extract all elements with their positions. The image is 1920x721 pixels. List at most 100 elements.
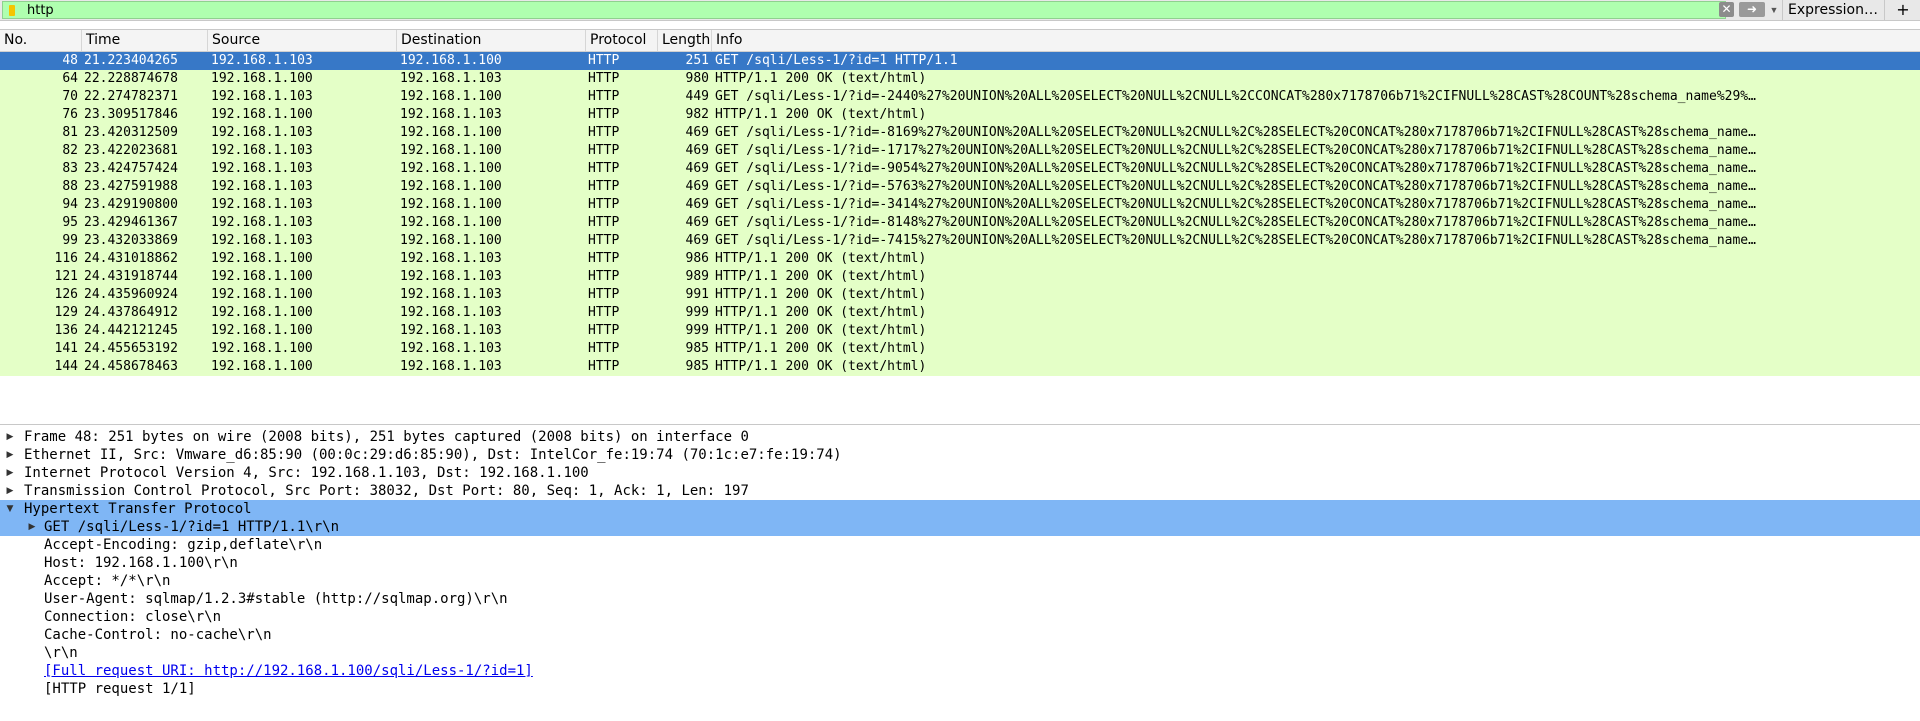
- detail-ethernet-text: Ethernet II, Src: Vmware_d6:85:90 (00:0c…: [24, 447, 842, 463]
- packet-info: HTTP/1.1 200 OK (text/html): [715, 287, 927, 302]
- packet-time: 24.437864912: [84, 305, 178, 320]
- packet-time: 23.427591988: [84, 179, 178, 194]
- packet-row[interactable]: 88 23.427591988 192.168.1.103 192.168.1.…: [0, 178, 1920, 196]
- packet-length: 469: [685, 197, 709, 212]
- packet-row[interactable]: 94 23.429190800 192.168.1.103 192.168.1.…: [0, 196, 1920, 214]
- detail-user-agent[interactable]: User-Agent: sqlmap/1.2.3#stable (http://…: [0, 590, 1920, 608]
- detail-accept-encoding-text: Accept-Encoding: gzip,deflate\r\n: [44, 537, 323, 553]
- detail-request-count-text: [HTTP request 1/1]: [44, 681, 196, 697]
- packet-protocol: HTTP: [588, 71, 620, 86]
- detail-request-line[interactable]: ▶ GET /sqli/Less-1/?id=1 HTTP/1.1\r\n: [0, 518, 1920, 536]
- packet-destination: 192.168.1.103: [400, 287, 502, 302]
- packet-source: 192.168.1.100: [211, 305, 313, 320]
- packet-source: 192.168.1.103: [211, 89, 313, 104]
- detail-tcp[interactable]: ▶ Transmission Control Protocol, Src Por…: [0, 482, 1920, 500]
- detail-http[interactable]: ▼ Hypertext Transfer Protocol: [0, 500, 1920, 518]
- column-header-length[interactable]: Length: [658, 30, 712, 51]
- packet-row[interactable]: 144 24.458678463 192.168.1.100 192.168.1…: [0, 358, 1920, 376]
- detail-frame[interactable]: ▶ Frame 48: 251 bytes on wire (2008 bits…: [0, 428, 1920, 446]
- detail-accept[interactable]: Accept: */*\r\n: [0, 572, 1920, 590]
- packet-row[interactable]: 82 23.422023681 192.168.1.103 192.168.1.…: [0, 142, 1920, 160]
- collapse-arrow-icon[interactable]: ▼: [4, 500, 16, 518]
- detail-connection[interactable]: Connection: close\r\n: [0, 608, 1920, 626]
- filter-text[interactable]: http: [27, 3, 54, 19]
- detail-accept-encoding[interactable]: Accept-Encoding: gzip,deflate\r\n: [0, 536, 1920, 554]
- packet-length: 469: [685, 179, 709, 194]
- expand-arrow-icon[interactable]: ▶: [4, 482, 16, 500]
- packet-time: 22.228874678: [84, 71, 178, 86]
- add-filter-button[interactable]: +: [1884, 0, 1920, 20]
- packet-row[interactable]: 64 22.228874678 192.168.1.100 192.168.1.…: [0, 70, 1920, 88]
- packet-info: HTTP/1.1 200 OK (text/html): [715, 71, 927, 86]
- display-filter-input[interactable]: http: [2, 1, 1726, 19]
- packet-row[interactable]: 81 23.420312509 192.168.1.103 192.168.1.…: [0, 124, 1920, 142]
- full-request-uri-link[interactable]: [Full request URI: http://192.168.1.100/…: [44, 662, 533, 680]
- packet-destination: 192.168.1.103: [400, 269, 502, 284]
- detail-full-uri[interactable]: [Full request URI: http://192.168.1.100/…: [0, 662, 1920, 680]
- packet-destination: 192.168.1.103: [400, 107, 502, 122]
- column-header-time[interactable]: Time: [82, 30, 208, 51]
- packet-destination: 192.168.1.100: [400, 143, 502, 158]
- expand-arrow-icon[interactable]: ▶: [4, 446, 16, 464]
- packet-no: 64: [62, 71, 78, 86]
- apply-arrow-icon[interactable]: ➜: [1739, 2, 1765, 17]
- packet-length: 999: [685, 305, 709, 320]
- packet-protocol: HTTP: [588, 53, 620, 68]
- column-header-no[interactable]: No.: [0, 30, 82, 51]
- packet-protocol: HTTP: [588, 179, 620, 194]
- clear-icon[interactable]: ✕: [1719, 2, 1734, 17]
- packet-source: 192.168.1.103: [211, 215, 313, 230]
- detail-host[interactable]: Host: 192.168.1.100\r\n: [0, 554, 1920, 572]
- expression-button[interactable]: Expression…: [1782, 0, 1883, 20]
- packet-info: HTTP/1.1 200 OK (text/html): [715, 305, 927, 320]
- detail-ethernet[interactable]: ▶ Ethernet II, Src: Vmware_d6:85:90 (00:…: [0, 446, 1920, 464]
- packet-destination: 192.168.1.103: [400, 341, 502, 356]
- packet-row[interactable]: 83 23.424757424 192.168.1.103 192.168.1.…: [0, 160, 1920, 178]
- detail-ip[interactable]: ▶ Internet Protocol Version 4, Src: 192.…: [0, 464, 1920, 482]
- detail-request-count[interactable]: [HTTP request 1/1]: [0, 680, 1920, 698]
- packet-time: 23.420312509: [84, 125, 178, 140]
- packet-destination: 192.168.1.100: [400, 179, 502, 194]
- packet-source: 192.168.1.100: [211, 269, 313, 284]
- packet-protocol: HTTP: [588, 89, 620, 104]
- expand-arrow-icon[interactable]: ▶: [4, 428, 16, 446]
- packet-info: GET /sqli/Less-1/?id=-2440%27%20UNION%20…: [715, 89, 1756, 104]
- packet-time: 23.432033869: [84, 233, 178, 248]
- packet-no: 116: [54, 251, 78, 266]
- detail-accept-text: Accept: */*\r\n: [44, 573, 171, 589]
- packet-time: 21.223404265: [84, 53, 178, 68]
- packet-row[interactable]: 116 24.431018862 192.168.1.100 192.168.1…: [0, 250, 1920, 268]
- packet-row[interactable]: 76 23.309517846 192.168.1.100 192.168.1.…: [0, 106, 1920, 124]
- packet-row[interactable]: 48 21.223404265 192.168.1.103 192.168.1.…: [0, 52, 1920, 70]
- packet-row[interactable]: 126 24.435960924 192.168.1.100 192.168.1…: [0, 286, 1920, 304]
- packet-protocol: HTTP: [588, 341, 620, 356]
- column-header-info[interactable]: Info: [712, 30, 1920, 51]
- packet-row[interactable]: 121 24.431918744 192.168.1.100 192.168.1…: [0, 268, 1920, 286]
- packet-protocol: HTTP: [588, 143, 620, 158]
- column-header-destination[interactable]: Destination: [397, 30, 586, 51]
- packet-list[interactable]: No. Time Source Destination Protocol Len…: [0, 29, 1920, 425]
- detail-connection-text: Connection: close\r\n: [44, 609, 222, 625]
- packet-details-pane[interactable]: ▶ Frame 48: 251 bytes on wire (2008 bits…: [0, 428, 1920, 721]
- packet-destination: 192.168.1.100: [400, 215, 502, 230]
- packet-row[interactable]: 136 24.442121245 192.168.1.100 192.168.1…: [0, 322, 1920, 340]
- packet-row[interactable]: 99 23.432033869 192.168.1.103 192.168.1.…: [0, 232, 1920, 250]
- bookmark-icon[interactable]: [9, 5, 15, 16]
- packet-row[interactable]: 70 22.274782371 192.168.1.103 192.168.1.…: [0, 88, 1920, 106]
- chevron-down-icon[interactable]: ▼: [1768, 2, 1780, 17]
- detail-cache-control[interactable]: Cache-Control: no-cache\r\n: [0, 626, 1920, 644]
- packet-no: 83: [62, 161, 78, 176]
- packet-destination: 192.168.1.100: [400, 89, 502, 104]
- packet-row[interactable]: 141 24.455653192 192.168.1.100 192.168.1…: [0, 340, 1920, 358]
- expand-arrow-icon[interactable]: ▶: [26, 518, 38, 536]
- expand-arrow-icon[interactable]: ▶: [4, 464, 16, 482]
- column-header-protocol[interactable]: Protocol: [586, 30, 658, 51]
- detail-crlf[interactable]: \r\n: [0, 644, 1920, 662]
- packet-row[interactable]: 95 23.429461367 192.168.1.103 192.168.1.…: [0, 214, 1920, 232]
- packet-info: HTTP/1.1 200 OK (text/html): [715, 251, 927, 266]
- packet-destination: 192.168.1.100: [400, 125, 502, 140]
- packet-time: 24.455653192: [84, 341, 178, 356]
- packet-no: 94: [62, 197, 78, 212]
- column-header-source[interactable]: Source: [208, 30, 397, 51]
- packet-row[interactable]: 129 24.437864912 192.168.1.100 192.168.1…: [0, 304, 1920, 322]
